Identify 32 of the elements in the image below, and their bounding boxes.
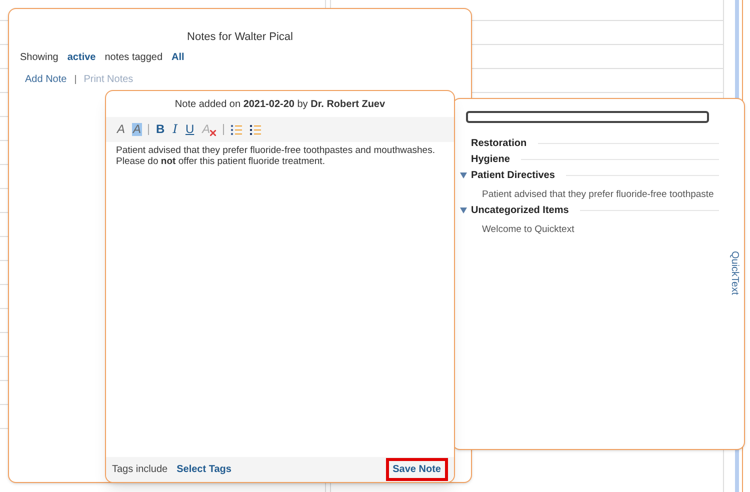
note-text-area[interactable]: Patient advised that they prefer fluoride-free toothpastes and mouthwashes. Please do not offer this patient fluoride treatment.: [106, 142, 454, 457]
filter-label: notes tagged: [104, 50, 163, 64]
expand-triangle-icon[interactable]: [460, 207, 467, 214]
tag-link[interactable]: All: [168, 50, 188, 64]
category-heading[interactable]: Restoration: [471, 136, 527, 151]
quicktext-item[interactable]: Patient advised that they prefer fluoride-free toothpaste: [459, 188, 719, 201]
bullet-list-button[interactable]: [249, 124, 262, 135]
note-header: Note added on 2021-02-20 by Dr. Robert Zuev: [174, 98, 386, 112]
category-heading[interactable]: Uncategorized Items: [471, 203, 569, 218]
font-color-button[interactable]: A: [116, 123, 126, 136]
action-link[interactable]: Add Note: [25, 72, 67, 86]
note-text: Please do not offer this patient fluoride treatment.: [116, 156, 326, 167]
list-icon: [250, 124, 262, 135]
select-tags-link[interactable]: Select Tags: [176, 462, 232, 477]
numbered-list-button[interactable]: [230, 124, 244, 135]
filter-label: Showing: [20, 50, 58, 64]
x-mark-icon: [210, 130, 216, 136]
list-icon: [231, 124, 242, 135]
window-title: Notes for Walter Pical: [186, 30, 294, 45]
expand-triangle-icon[interactable]: [460, 172, 467, 179]
status-link[interactable]: active: [64, 50, 99, 64]
save-note-button[interactable]: Save Note: [386, 458, 448, 481]
search-field[interactable]: [466, 111, 709, 123]
category-heading[interactable]: Hygiene: [471, 152, 510, 167]
bold-button[interactable]: B: [155, 123, 166, 136]
quicktext-tab[interactable]: QuickText: [727, 251, 742, 295]
quicktext-item[interactable]: Welcome to Quicktext: [459, 223, 719, 236]
tags-label: Tags include: [112, 463, 168, 477]
note-text: Patient advised that they prefer fluoride-free toothpastes and mouthwashes.: [116, 145, 436, 156]
category-heading[interactable]: Patient Directives: [471, 168, 555, 183]
italic-button[interactable]: I: [172, 123, 178, 136]
underline-button[interactable]: U: [184, 123, 196, 136]
